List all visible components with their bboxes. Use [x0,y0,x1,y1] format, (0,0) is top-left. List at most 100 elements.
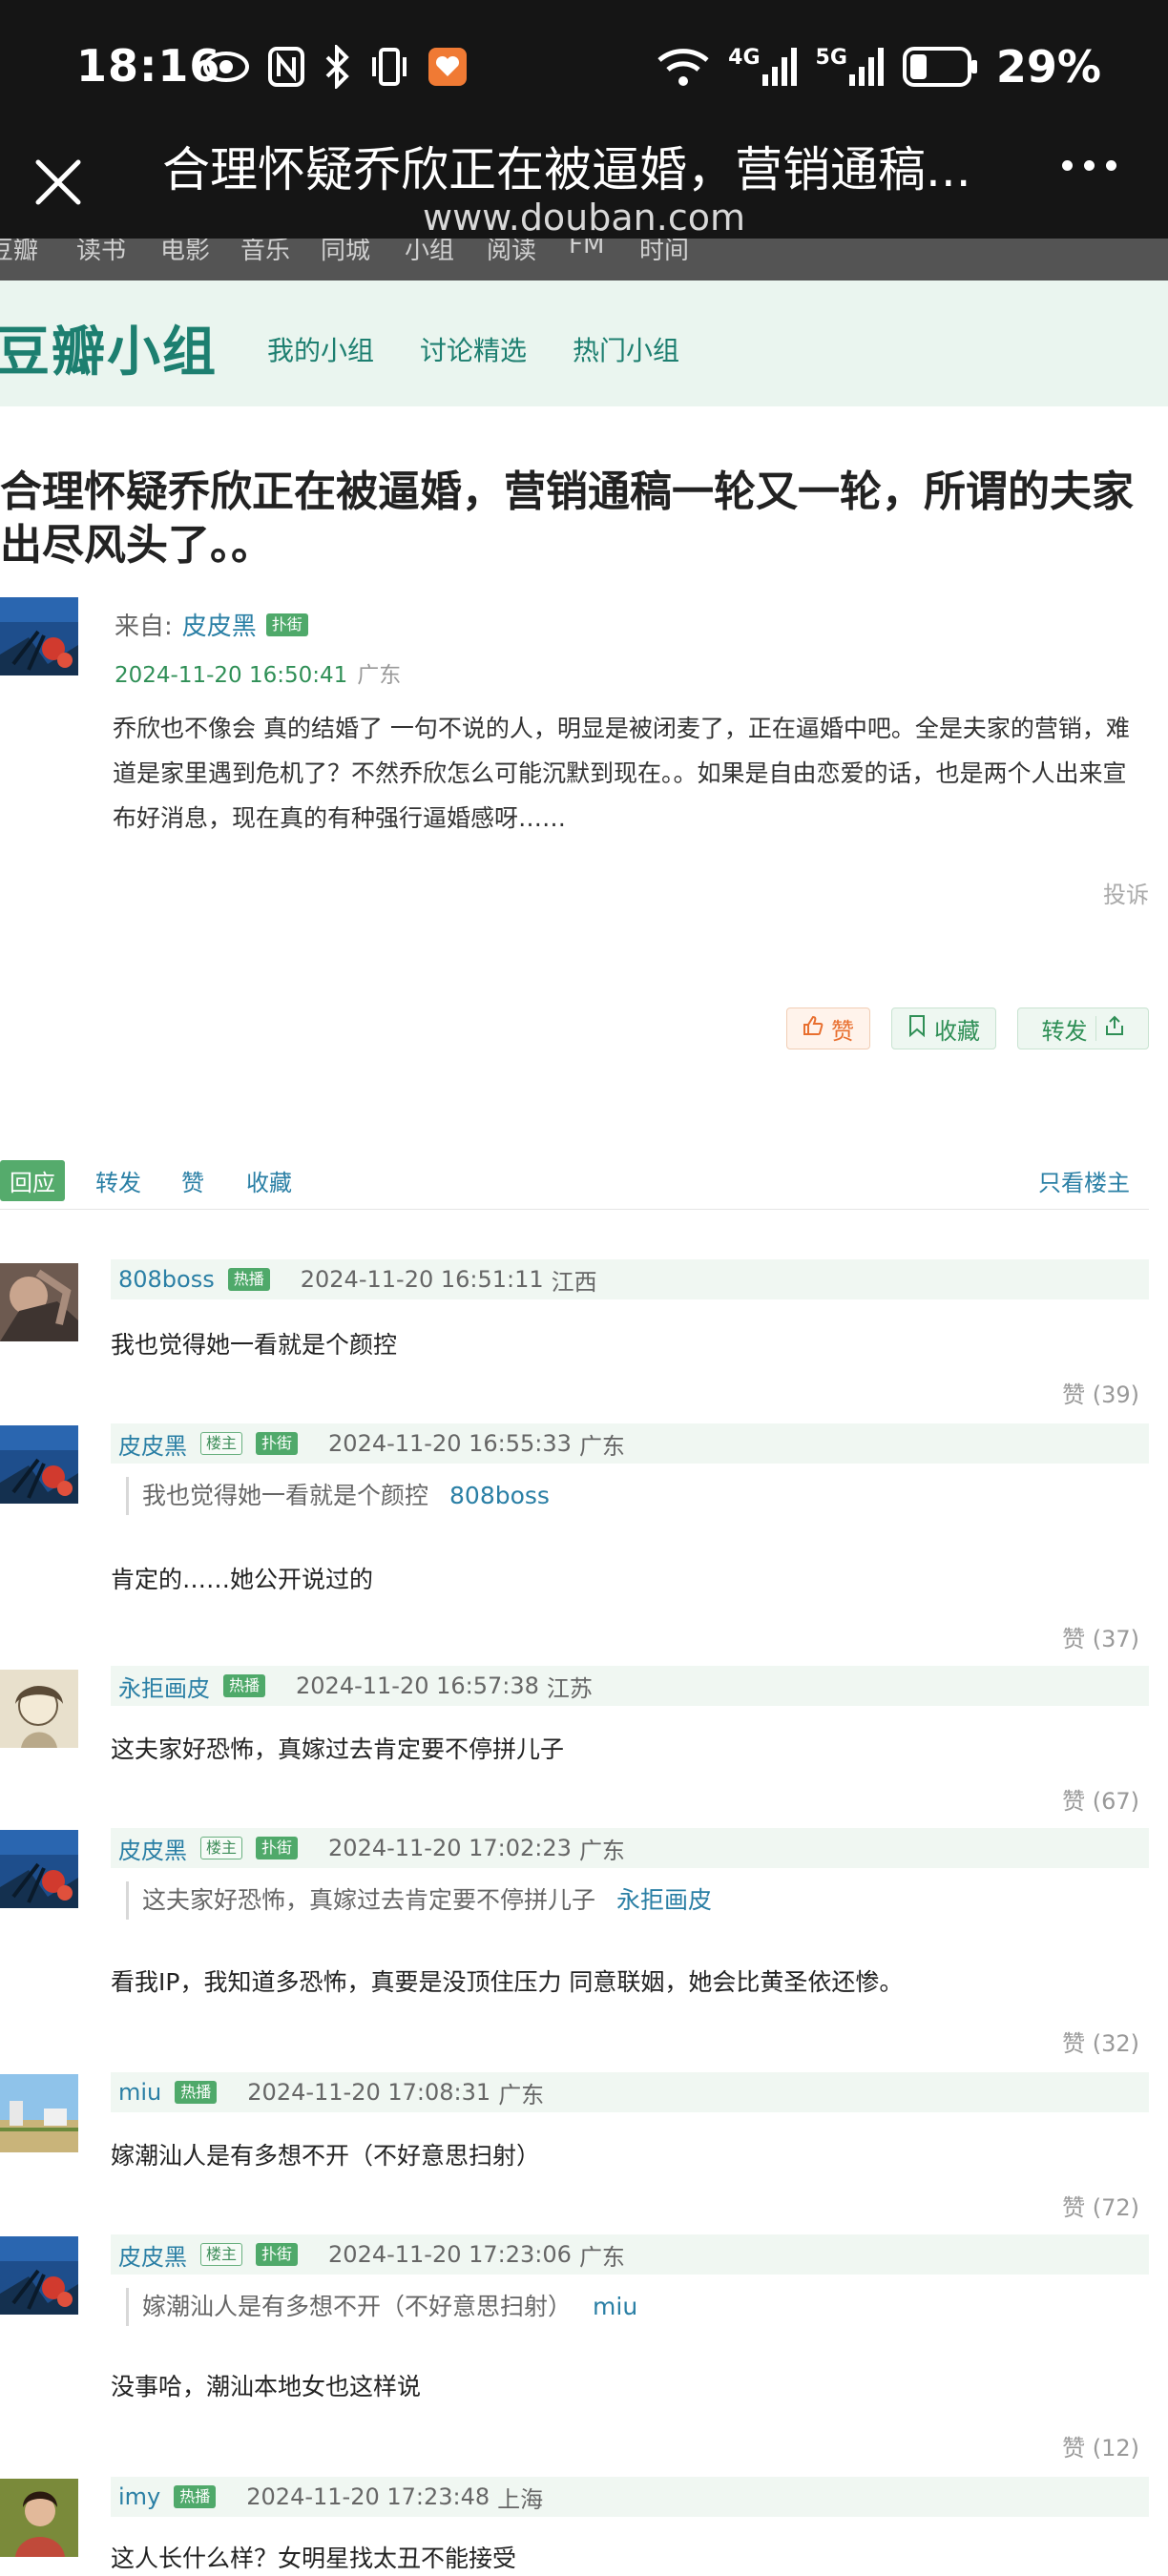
user-tag: 热播 [175,2081,218,2104]
op-tag: 楼主 [200,1837,243,1859]
more-icon[interactable] [1062,160,1116,171]
op-tag: 楼主 [200,2243,243,2266]
comment-text: 这人长什么样？女明星找太丑不能接受 [111,2545,517,2572]
comment-quote: 嫁潮汕人是有多想不开（不好意思扫射） miu [126,2288,637,2326]
avatar[interactable] [0,2074,78,2152]
user-tag: 热播 [174,2485,217,2508]
browser-page-title: 合理怀疑乔欣正在被逼婚，营销通稿... [162,142,971,197]
comment-location: 广东 [498,2081,545,2109]
site-nav-item[interactable]: 豆瓣 [0,239,38,266]
comment-text: 没事哈，潮汕本地女也这样说 [111,2373,422,2400]
comment-datetime: 2024-11-20 16:55:33 [328,1430,572,1457]
avatar[interactable] [0,597,78,675]
collect-button[interactable]: 收藏 [891,1008,996,1049]
site-nav-item[interactable]: FM [569,239,604,260]
comment-location: 广东 [578,1432,625,1460]
author-tag: 扑街 [265,613,308,636]
like-button[interactable]: 赞 [786,1008,870,1049]
topic-author-name[interactable]: 皮皮黑 [182,607,257,642]
comment-header: 永拒画皮 热播 2024-11-20 16:57:38 江苏 [111,1666,1149,1706]
comment: 皮皮黑 楼主 扑街 2024-11-20 17:23:06 广东 嫁潮汕人是有多… [0,2234,1168,2463]
comment-quote: 我也觉得她一看就是个颜控 808boss [126,1477,550,1515]
site-nav-item[interactable]: 小组 [405,239,454,266]
browser-top-bar: 18:16 4G 5G 29% 合理怀疑乔欣正在被逼婚，营销通稿... www.… [0,0,1168,256]
tab-reply[interactable]: 回应 [0,1160,65,1201]
wifi-icon [656,45,711,89]
comment-header: 808boss 热播 2024-11-20 16:51:11 江西 [111,1259,1149,1299]
comment: 808boss 热播 2024-11-20 16:51:11 江西 我也觉得她一… [0,1259,1168,1422]
tab-repost[interactable]: 转发 [95,1164,141,1197]
nav-my-groups[interactable]: 我的小组 [267,330,374,368]
comment-text: 我也觉得她一看就是个颜控 [111,1331,398,1359]
comment-author[interactable]: 皮皮黑 [118,1427,187,1461]
comment-location: 广东 [578,2243,625,2271]
group-logo[interactable]: 豆瓣小组 [0,309,218,386]
comment-author[interactable]: miu [118,2079,161,2106]
comment-text: 肯定的……她公开说过的 [111,1566,374,1593]
comment-location: 江西 [551,1268,597,1296]
site-nav-item[interactable]: 电影 [160,239,210,266]
tab-likes[interactable]: 赞 [181,1164,204,1197]
site-nav: 豆瓣 读书 电影 音乐 同城 小组 阅读 FM 时间 [0,239,1168,280]
avatar[interactable] [0,1830,78,1908]
tab-collections[interactable]: 收藏 [246,1164,292,1197]
comment-datetime: 2024-11-20 17:23:48 [246,2483,490,2510]
comment-like-count[interactable]: 赞 (32) [1062,2025,1139,2058]
comment-like-count[interactable]: 赞 (37) [1062,1620,1139,1653]
topic-location: 广东 [357,663,402,688]
status-icons-right: 4G 5G 29% [656,38,1101,95]
thumbs-up-icon [803,1015,824,1042]
comment-location: 广东 [578,1837,625,1864]
only-op-filter[interactable]: 只看楼主 [1038,1164,1130,1197]
nav-featured-discussions[interactable]: 讨论精选 [420,330,527,368]
user-tag: 扑街 [256,1837,299,1859]
comment-like-count[interactable]: 赞 (12) [1062,2429,1139,2462]
comment-like-count[interactable]: 赞 (72) [1062,2189,1139,2222]
quote-author[interactable]: 永拒画皮 [616,1886,712,1914]
avatar[interactable] [0,2236,78,2315]
quote-author[interactable]: 808boss [449,1482,550,1509]
comment-author[interactable]: imy [118,2483,160,2510]
comment-datetime: 2024-11-20 17:08:31 [247,2079,491,2106]
topic-title: 合理怀疑乔欣正在被逼婚，营销通稿一轮又一轮，所谓的夫家 出尽风头了。。 [0,467,1134,570]
comment-text: 嫁潮汕人是有多想不开（不好意思扫射） [111,2142,541,2170]
from-label: 来自: [115,613,173,641]
avatar[interactable] [0,1263,78,1341]
comment: 皮皮黑 楼主 扑街 2024-11-20 17:02:23 广东 这夫家好恐怖，… [0,1828,1168,2057]
site-nav-item[interactable]: 同城 [321,239,370,266]
status-time: 18:16 [76,40,221,92]
nav-popular-groups[interactable]: 热门小组 [573,330,679,368]
avatar[interactable] [0,1670,78,1748]
share-icon[interactable] [1104,1014,1125,1043]
comment-author[interactable]: 永拒画皮 [118,1670,210,1703]
comment-header: miu 热播 2024-11-20 17:08:31 广东 [111,2072,1149,2112]
comment-text: 看我IP，我知道多恐怖，真要是没顶住压力 同意联姻，她会比黄圣依还惨。 [111,1968,904,1996]
topic-author-line: 来自: 皮皮黑 扑街 [115,607,308,642]
app-badge-icon [428,47,468,87]
nfc-icon [267,46,305,88]
comment-datetime: 2024-11-20 17:23:06 [328,2241,572,2268]
comment-author[interactable]: 808boss [118,1266,215,1293]
user-tag: 扑街 [256,2243,299,2266]
browser-url[interactable]: www.douban.com [0,197,1168,239]
site-nav-item[interactable]: 音乐 [240,239,290,266]
comment-author[interactable]: 皮皮黑 [118,1832,187,1865]
comment-location: 上海 [497,2485,544,2513]
comment-like-count[interactable]: 赞 (67) [1062,1782,1139,1816]
comment: miu 热播 2024-11-20 17:08:31 广东 嫁潮汕人是有多想不开… [0,2072,1168,2234]
site-nav-item[interactable]: 阅读 [487,239,536,266]
avatar[interactable] [0,1425,78,1504]
bluetooth-icon [323,45,351,89]
site-nav-item[interactable]: 时间 [639,239,689,266]
comment-like-count[interactable]: 赞 (39) [1062,1376,1139,1409]
comment-author[interactable]: 皮皮黑 [118,2238,187,2272]
reply-toolbar: 回应 转发 赞 收藏 只看楼主 [0,1160,1149,1210]
share-button[interactable]: 转发 [1017,1008,1149,1049]
comment: 皮皮黑 楼主 扑街 2024-11-20 16:55:33 广东 我也觉得她一看… [0,1423,1168,1652]
avatar[interactable] [0,2479,78,2557]
report-link[interactable]: 投诉 [1103,876,1149,909]
quote-author[interactable]: miu [593,2293,637,2320]
comment-text: 这夫家好恐怖，真嫁过去肯定要不停拼儿子 [111,1735,565,1763]
site-nav-item[interactable]: 读书 [76,239,126,266]
eye-icon [202,50,250,84]
